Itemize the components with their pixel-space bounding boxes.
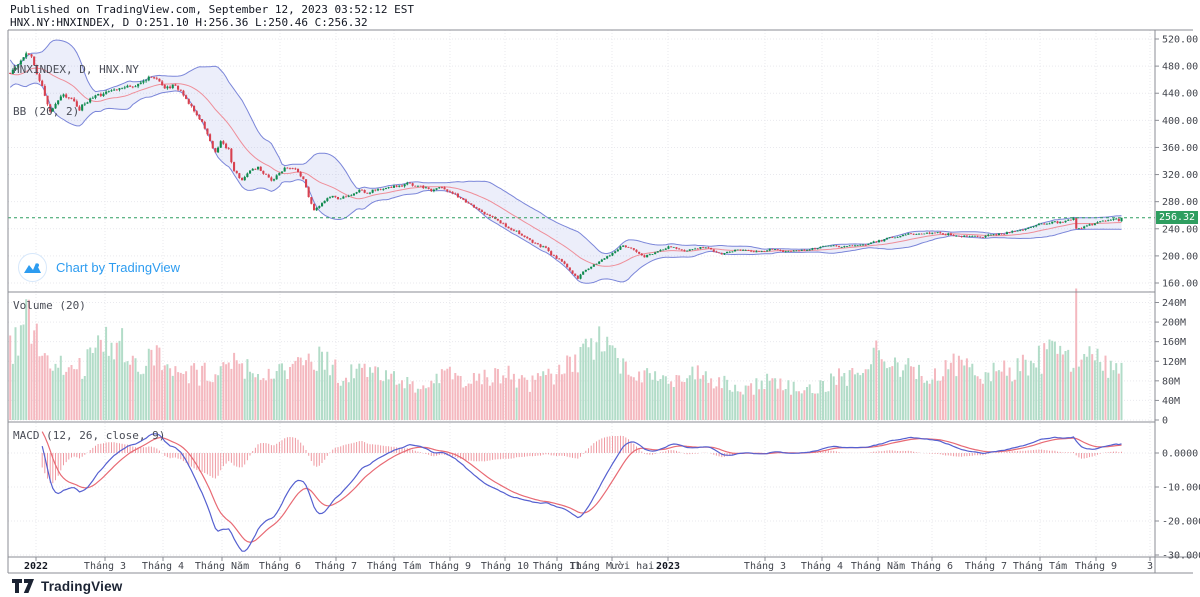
time-axis[interactable]: 2022 Tháng 3 Tháng 4 Tháng Năm Tháng 6 Tháng … — [24, 557, 1153, 572]
volume-tick-label: 120M — [1162, 357, 1186, 368]
month-tick-label: Tháng Năm — [851, 560, 905, 572]
macd-tick-label: 0.0000 — [1162, 449, 1198, 460]
volume-tick-label: 160M — [1162, 337, 1186, 348]
price-tick-label: 200.00 — [1162, 251, 1198, 262]
month-tick-label: Tháng 10 — [481, 560, 529, 572]
last-price-badge: 256.32 — [1156, 211, 1198, 224]
year-tick-label: 2022 — [24, 561, 48, 572]
month-tick-label: Tháng Mười hai — [570, 560, 654, 572]
price-tick-label: 360.00 — [1162, 143, 1198, 154]
year-tick-label: 2023 — [656, 561, 680, 572]
price-tick-label: 160.00 — [1162, 279, 1198, 290]
tradingview-17-logo-icon — [12, 579, 34, 593]
month-tick-label: 3 — [1147, 561, 1153, 572]
tradingview-logo-link[interactable]: TradingView — [12, 579, 122, 594]
chart-canvas[interactable]: 520.00 480.00 440.00 400.00 360.00 320.00 280.… — [0, 0, 1200, 597]
price-tick-label: 520.00 — [1162, 35, 1198, 46]
macd-indicator-legend[interactable]: MACD (12, 26, close, 9) — [13, 429, 165, 443]
volume-tick-label: 240M — [1162, 298, 1186, 309]
volume-tick-label: 200M — [1162, 318, 1186, 329]
month-tick-label: Tháng Tám — [367, 560, 421, 572]
price-tick-label: 280.00 — [1162, 197, 1198, 208]
month-tick-label: Tháng 3 — [744, 560, 786, 572]
volume-indicator-legend[interactable]: Volume (20) — [13, 299, 86, 313]
price-tick-label: 440.00 — [1162, 89, 1198, 100]
bb-indicator-legend: BB (20, 2) — [13, 105, 80, 118]
month-tick-label: Tháng 7 — [315, 560, 357, 572]
volume-tick-label: 0 — [1162, 416, 1168, 427]
symbol-legend: HNXINDEX, D, HNX.NY — [13, 63, 139, 76]
macd-tick-label: -20.0000 — [1162, 517, 1200, 528]
month-tick-label: Tháng 6 — [911, 560, 953, 572]
bollinger-bands — [9, 39, 1122, 284]
month-tick-label: Tháng 4 — [801, 560, 843, 572]
macd-tick-label: -30.0000 — [1162, 551, 1200, 562]
month-tick-label: Tháng 3 — [84, 560, 126, 572]
price-tick-label: 320.00 — [1162, 170, 1198, 181]
price-tick-label: 400.00 — [1162, 116, 1198, 127]
chart-by-tradingview-link[interactable]: Chart by TradingView — [18, 253, 180, 282]
tradingview-published-chart: Published on TradingView.com, September … — [0, 0, 1200, 597]
month-tick-label: Tháng Tám — [1013, 560, 1067, 572]
month-tick-label: Tháng 4 — [142, 560, 184, 572]
month-tick-label: Tháng 7 — [965, 560, 1007, 572]
tradingview-mountain-icon — [18, 253, 47, 282]
price-axis[interactable]: 520.00 480.00 440.00 400.00 360.00 320.00 280.… — [1155, 35, 1200, 562]
macd-tick-label: -10.0000 — [1162, 483, 1200, 494]
month-tick-label: Tháng 9 — [429, 560, 471, 572]
month-tick-label: Tháng 9 — [1075, 560, 1117, 572]
price-pane-legend[interactable]: HNXINDEX, D, HNX.NY BB (20, 2) — [13, 35, 139, 147]
price-tick-label: 240.00 — [1162, 224, 1198, 235]
pane-borders — [7, 29, 1193, 574]
month-tick-label: Tháng Năm — [195, 560, 249, 572]
price-tick-label: 480.00 — [1162, 62, 1198, 73]
month-tick-label: Tháng 6 — [259, 560, 301, 572]
footer-brand-label: TradingView — [41, 578, 123, 594]
volume-tick-label: 40M — [1162, 396, 1180, 407]
volume-tick-label: 80M — [1162, 376, 1180, 387]
watermark-label: Chart by TradingView — [56, 260, 181, 275]
footer-bar: TradingView — [0, 575, 1200, 597]
macd-series — [41, 431, 1122, 552]
